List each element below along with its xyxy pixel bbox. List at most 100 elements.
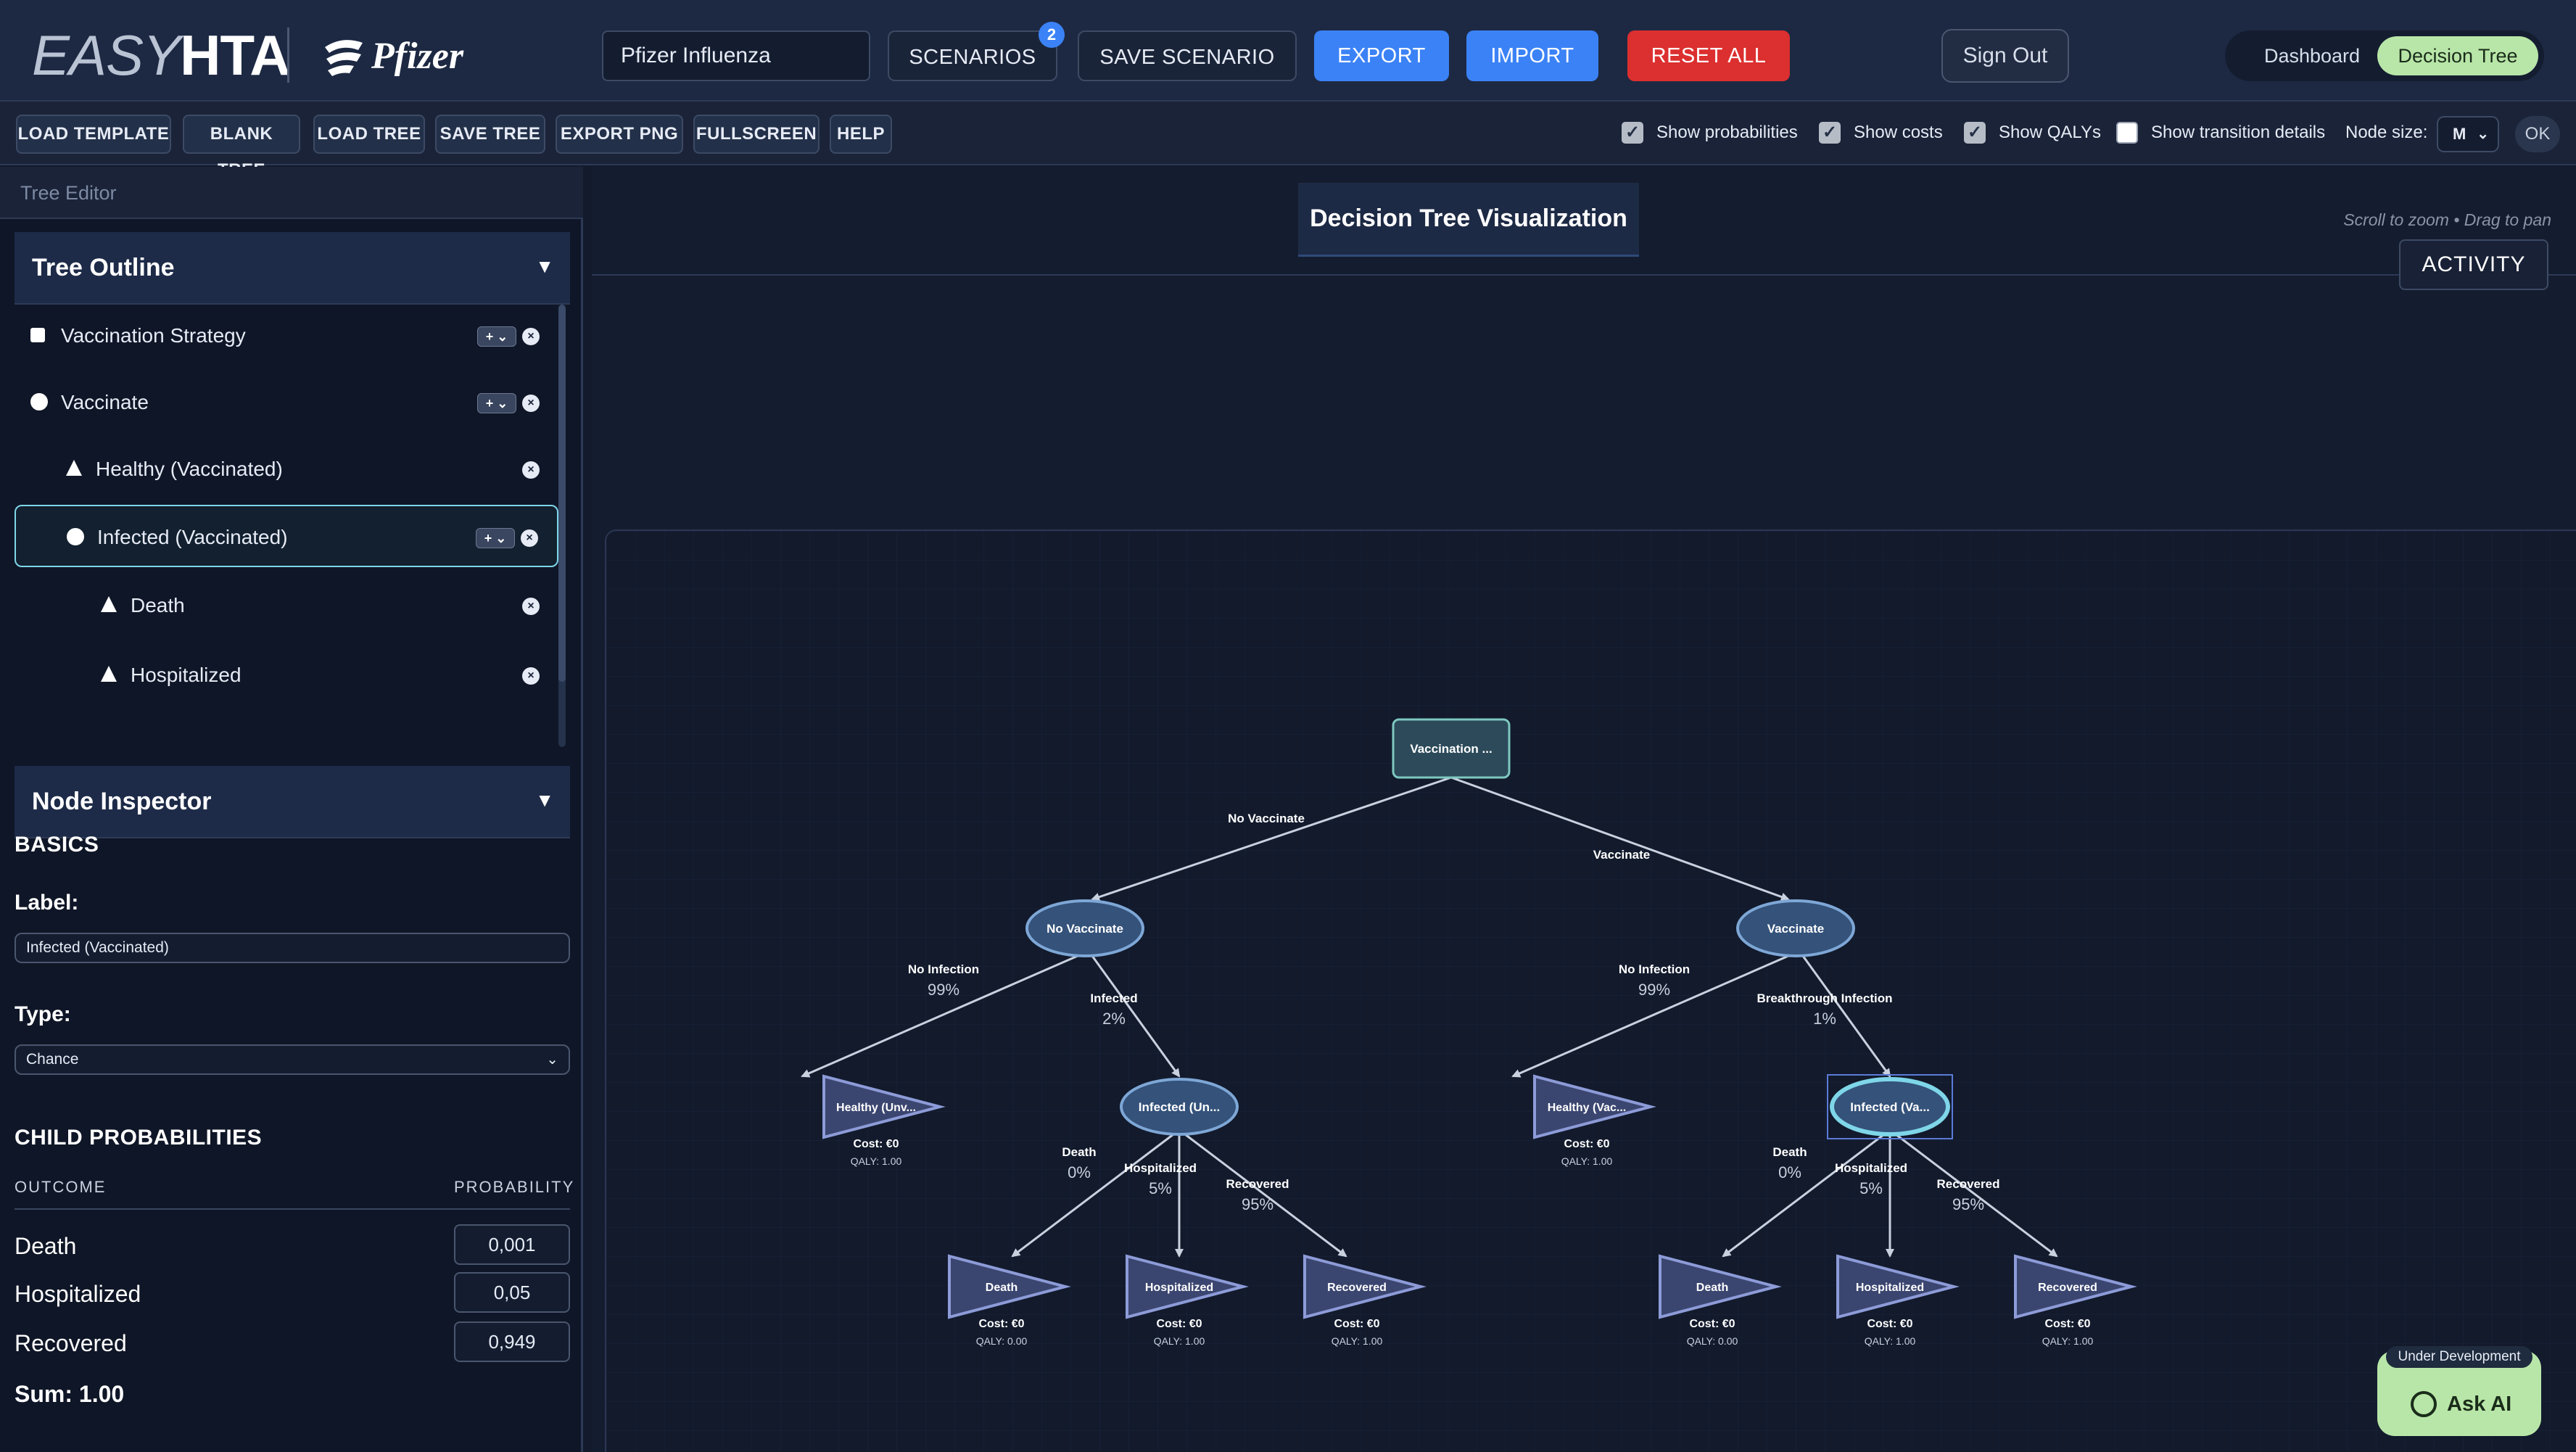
show-qalys-checkbox[interactable]: ✓: [1964, 122, 1986, 144]
delete-node-icon[interactable]: ×: [522, 667, 540, 685]
decision-node-icon: [30, 328, 45, 342]
visualization-divider: [592, 274, 2576, 276]
edge-label: Recovered: [1937, 1177, 2000, 1191]
view-option-dashboard[interactable]: Dashboard: [2232, 36, 2392, 75]
tree-labels: Vaccination ... No Vaccinate No Vaccinate N…: [836, 742, 2097, 1347]
outline-item[interactable]: Death ×: [15, 574, 558, 637]
node-label-input[interactable]: Infected (Vaccinated): [15, 933, 570, 963]
zoom-pan-hint: Scroll to zoom • Drag to pan: [2343, 210, 2551, 229]
collapse-caret-icon[interactable]: ▼: [535, 255, 554, 278]
terminal-qaly-label: QALY: 1.00: [1865, 1335, 1916, 1347]
delete-node-icon[interactable]: ×: [522, 461, 540, 479]
edge-label: No Infection: [1619, 962, 1690, 976]
outline-scrollbar-thumb[interactable]: [558, 305, 566, 682]
reset-all-button[interactable]: RESET ALL: [1627, 30, 1790, 81]
node-size-ok-button[interactable]: OK: [2515, 116, 2560, 152]
tree-canvas[interactable]: Vaccination ... No Vaccinate No Vaccinate N…: [605, 529, 2576, 1452]
child-probability-input[interactable]: 0,949: [454, 1321, 570, 1362]
pfizer-swirl-icon: [325, 40, 363, 76]
child-outcome-label: Hospitalized: [15, 1281, 141, 1307]
edge-label: Hospitalized: [1124, 1161, 1197, 1175]
node-inspector-header[interactable]: Node Inspector ▼: [15, 766, 570, 838]
delete-node-icon[interactable]: ×: [522, 328, 540, 345]
show-transition-details-checkbox[interactable]: [2116, 122, 2138, 144]
import-button[interactable]: IMPORT: [1466, 30, 1598, 81]
tree-nodes: [822, 718, 2137, 1319]
load-template-button[interactable]: LOAD TEMPLATE: [16, 115, 171, 154]
terminal-qaly-label: QALY: 1.00: [1154, 1335, 1205, 1347]
edge-label: Death: [1062, 1145, 1096, 1159]
terminal-node-icon: [101, 666, 117, 682]
basics-heading: BASICS: [15, 833, 99, 857]
show-costs-checkbox[interactable]: ✓: [1819, 122, 1841, 144]
blank-tree-button[interactable]: BLANK TREE: [183, 115, 300, 180]
load-tree-button[interactable]: LOAD TREE: [313, 115, 425, 154]
delete-node-icon[interactable]: ×: [522, 598, 540, 615]
chance-node-icon: [67, 528, 84, 545]
outline-item[interactable]: Vaccination Strategy + ⌄ ×: [15, 305, 558, 367]
terminal-node-label: Healthy (Unv...: [836, 1102, 916, 1114]
pfizer-logo: Pfizer: [321, 29, 463, 83]
edge-label: Infected: [1090, 991, 1137, 1005]
terminal-qaly-label: QALY: 1.00: [1332, 1335, 1383, 1347]
child-probabilities-heading: CHILD PROBABILITIES: [15, 1126, 263, 1150]
probability-column-header: PROBABILITY: [454, 1178, 575, 1196]
tree-outline-list: Vaccination Strategy + ⌄ × Vaccinate + ⌄ × Hea…: [15, 305, 566, 754]
outline-item[interactable]: Infected (Vaccinated) + ⌄ ×: [15, 505, 558, 567]
outline-item-label: Hospitalized: [131, 664, 242, 686]
visualization-panel: Decision Tree Visualization Scroll to zo…: [592, 167, 2576, 1452]
ask-ai-button[interactable]: Under Development Ask AI: [2377, 1346, 2541, 1436]
table-divider: [15, 1208, 570, 1210]
view-option-decision-tree[interactable]: Decision Tree: [2377, 36, 2538, 75]
scenarios-button[interactable]: SCENARIOS: [888, 30, 1057, 81]
add-child-icon[interactable]: + ⌄: [477, 393, 516, 413]
probability-label: 95%: [1952, 1195, 1984, 1213]
tree-outline-header[interactable]: Tree Outline ▼: [15, 232, 570, 305]
export-button[interactable]: EXPORT: [1314, 30, 1449, 81]
save-scenario-button[interactable]: SAVE SCENARIO: [1078, 30, 1297, 81]
terminal-node-label: Healthy (Vac...: [1548, 1102, 1627, 1114]
terminal-qaly-label: QALY: 0.00: [1687, 1335, 1738, 1347]
sign-out-button[interactable]: Sign Out: [1941, 29, 2069, 83]
terminal-node-icon: [66, 460, 82, 476]
collapse-caret-icon[interactable]: ▼: [535, 789, 554, 812]
delete-node-icon[interactable]: ×: [522, 395, 540, 412]
scenarios-count-badge: 2: [1039, 22, 1065, 48]
node-type-select[interactable]: Chance ⌄: [15, 1044, 570, 1075]
help-button[interactable]: HELP: [830, 115, 892, 154]
show-probabilities-checkbox[interactable]: ✓: [1622, 122, 1643, 144]
terminal-node-label: Hospitalized: [1856, 1282, 1924, 1294]
save-tree-button[interactable]: SAVE TREE: [435, 115, 545, 154]
decision-node-label: Vaccination ...: [1410, 742, 1492, 756]
add-child-icon[interactable]: + ⌄: [477, 326, 516, 347]
pfizer-wordmark: Pfizer: [371, 35, 464, 77]
outline-item[interactable]: Vaccinate + ⌄ ×: [15, 371, 558, 434]
child-probability-input[interactable]: 0,05: [454, 1272, 570, 1313]
child-probability-input[interactable]: 0,001: [454, 1224, 570, 1265]
export-png-button[interactable]: EXPORT PNG: [556, 115, 683, 154]
probability-label: 99%: [1638, 981, 1670, 999]
outline-item-label: Vaccination Strategy: [61, 324, 246, 347]
decision-tree-diagram[interactable]: Vaccination ... No Vaccinate No Vaccinate N…: [606, 531, 2564, 1452]
probability-sum: Sum: 1.00: [15, 1381, 125, 1407]
outline-item[interactable]: Healthy (Vaccinated) ×: [15, 438, 558, 500]
outline-item-label: Vaccinate: [61, 391, 149, 413]
label-field-label: Label:: [15, 891, 79, 915]
terminal-cost-label: Cost: €0: [978, 1318, 1024, 1330]
probability-label: 0%: [1778, 1163, 1801, 1181]
add-child-icon[interactable]: + ⌄: [476, 528, 515, 548]
terminal-node-label: Hospitalized: [1145, 1282, 1213, 1294]
tree-edge: [1450, 776, 1790, 902]
project-name-input[interactable]: Pfizer Influenza: [602, 30, 870, 81]
activity-button[interactable]: ACTIVITY: [2399, 239, 2548, 290]
outline-item[interactable]: Hospitalized ×: [15, 644, 558, 706]
node-size-select[interactable]: M ⌄: [2437, 116, 2499, 152]
show-transition-details-label: Show transition details: [2151, 123, 2326, 142]
node-type-value: Chance: [26, 1051, 79, 1068]
terminal-cost-label: Cost: €0: [1334, 1318, 1379, 1330]
fullscreen-button[interactable]: FULLSCREEN: [693, 115, 820, 154]
delete-node-icon[interactable]: ×: [521, 529, 538, 547]
probability-label: 5%: [1859, 1179, 1883, 1197]
show-costs-label: Show costs: [1854, 123, 1943, 142]
tree-outline-title: Tree Outline: [32, 254, 175, 281]
